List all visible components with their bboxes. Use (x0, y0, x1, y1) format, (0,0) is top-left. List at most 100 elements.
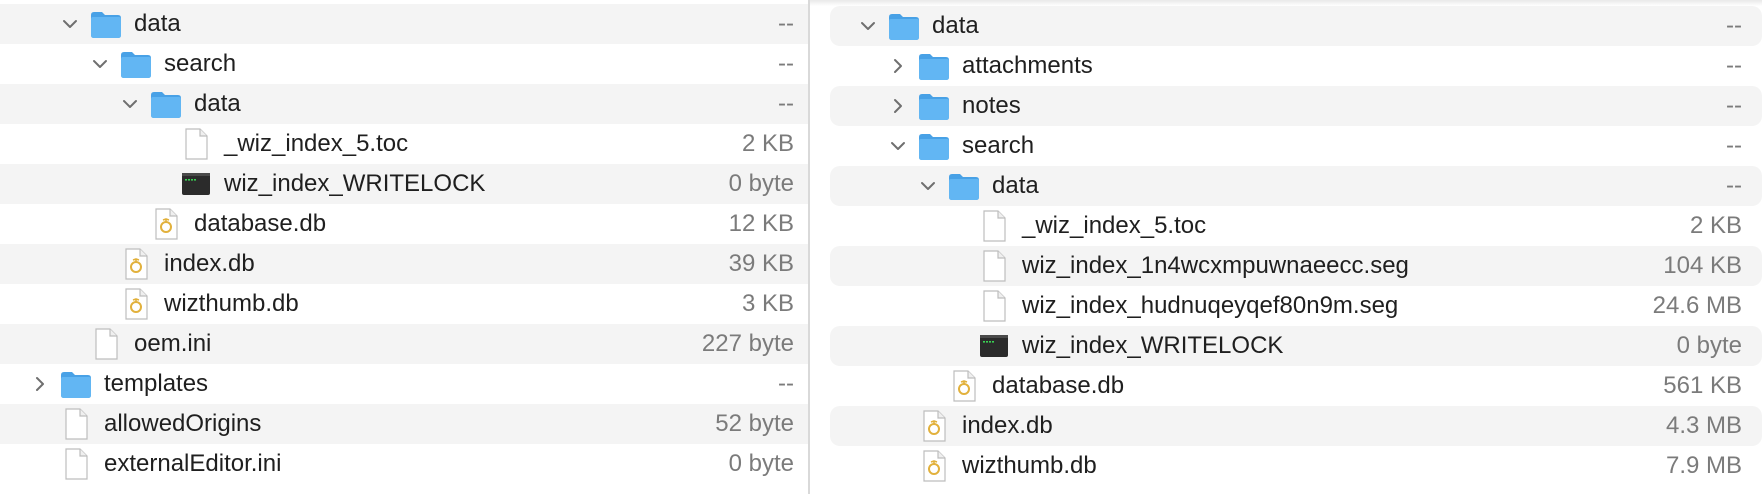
item-size: 7.9 MB (1665, 452, 1742, 479)
file-row[interactable]: database.db 12 KB (0, 204, 808, 244)
chevron-down-icon[interactable] (888, 126, 908, 166)
item-name: oem.ini (134, 330, 212, 357)
right-file-list: data -- attachments -- notes -- search -- data --… (810, 0, 1762, 494)
file-row[interactable]: database.db 561 KB (830, 366, 1762, 406)
database-file-icon (916, 448, 952, 484)
file-row[interactable]: _wiz_index_5.toc 2 KB (830, 206, 1762, 246)
folder-icon (886, 8, 922, 44)
item-size: -- (1726, 92, 1742, 119)
item-name: _wiz_index_5.toc (224, 130, 409, 157)
file-row[interactable]: externalEditor.ini 0 byte (0, 444, 808, 484)
item-size: -- (778, 370, 794, 397)
document-icon (58, 406, 94, 442)
terminal-executable-icon (178, 166, 214, 202)
item-name: database.db (194, 210, 327, 237)
chevron-down-icon[interactable] (90, 44, 110, 84)
item-name: data (932, 12, 979, 39)
file-row[interactable]: _wiz_index_5.toc 2 KB (0, 124, 808, 164)
document-icon (178, 126, 214, 162)
file-row[interactable]: index.db 4.3 MB (830, 406, 1762, 446)
folder-row[interactable]: attachments -- (830, 46, 1762, 86)
file-row[interactable]: wiz_index_hudnuqeyqef80n9m.seg 24.6 MB (830, 286, 1762, 326)
item-name: index.db (164, 250, 255, 277)
folder-icon (88, 6, 124, 42)
folder-row[interactable]: search -- (0, 44, 808, 84)
database-file-icon (118, 286, 154, 322)
item-name: data (194, 90, 241, 117)
item-size: -- (778, 50, 794, 77)
file-row[interactable]: wiz_index_1n4wcxmpuwnaeecc.seg 104 KB (830, 246, 1762, 286)
chevron-right-icon[interactable] (30, 364, 50, 404)
file-row[interactable]: oem.ini 227 byte (0, 324, 808, 364)
file-row[interactable]: index.db 39 KB (0, 244, 808, 284)
database-file-icon (946, 368, 982, 404)
database-file-icon (916, 408, 952, 444)
file-row[interactable]: wizthumb.db 3 KB (0, 284, 808, 324)
chevron-down-icon[interactable] (918, 166, 938, 206)
folder-icon (916, 88, 952, 124)
chevron-down-icon[interactable] (858, 6, 878, 46)
item-name: attachments (962, 52, 1093, 79)
item-size: 0 byte (728, 170, 794, 197)
folder-row[interactable]: data -- (830, 166, 1762, 206)
item-name: wiz_index_hudnuqeyqef80n9m.seg (1022, 292, 1399, 319)
item-name: templates (104, 370, 209, 397)
item-size: -- (778, 90, 794, 117)
folder-icon (916, 128, 952, 164)
item-name: search (164, 50, 237, 77)
folder-icon (118, 46, 154, 82)
file-row[interactable]: wiz_index_WRITELOCK 0 byte (830, 326, 1762, 366)
item-size: -- (1726, 132, 1742, 159)
database-file-icon (148, 206, 184, 242)
document-icon (88, 326, 124, 362)
document-icon (58, 446, 94, 482)
item-name: data (992, 172, 1039, 199)
chevron-down-icon[interactable] (60, 4, 80, 44)
item-size: 3 KB (741, 290, 794, 317)
folder-row[interactable]: templates -- (0, 364, 808, 404)
item-name: wiz_index_WRITELOCK (224, 170, 486, 197)
folder-icon (946, 168, 982, 204)
chevron-down-icon[interactable] (120, 84, 140, 124)
file-row[interactable]: wiz_index_WRITELOCK 0 byte (0, 164, 808, 204)
terminal-executable-icon (976, 328, 1012, 364)
folder-row[interactable]: data -- (0, 84, 808, 124)
folder-row[interactable]: data -- (0, 4, 808, 44)
folder-row[interactable]: notes -- (830, 86, 1762, 126)
item-name: wiz_index_1n4wcxmpuwnaeecc.seg (1022, 252, 1409, 279)
item-name: wiz_index_WRITELOCK (1022, 332, 1284, 359)
folder-row[interactable]: data -- (830, 6, 1762, 46)
item-size: 0 byte (1676, 332, 1742, 359)
item-size: 39 KB (728, 250, 794, 277)
item-size: 12 KB (728, 210, 794, 237)
item-name: database.db (992, 372, 1125, 399)
item-size: 2 KB (741, 130, 794, 157)
chevron-right-icon[interactable] (888, 46, 908, 86)
chevron-right-icon[interactable] (888, 86, 908, 126)
item-size: 104 KB (1663, 252, 1742, 279)
folder-row[interactable]: search -- (830, 126, 1762, 166)
item-size: 227 byte (701, 330, 794, 357)
folder-icon (148, 86, 184, 122)
document-icon (976, 288, 1012, 324)
file-row[interactable]: allowedOrigins 52 byte (0, 404, 808, 444)
item-size: 24.6 MB (1652, 292, 1742, 319)
item-name: notes (962, 92, 1021, 119)
item-size: -- (1726, 172, 1742, 199)
file-row[interactable]: wizthumb.db 7.9 MB (830, 446, 1762, 486)
folder-icon (916, 48, 952, 84)
